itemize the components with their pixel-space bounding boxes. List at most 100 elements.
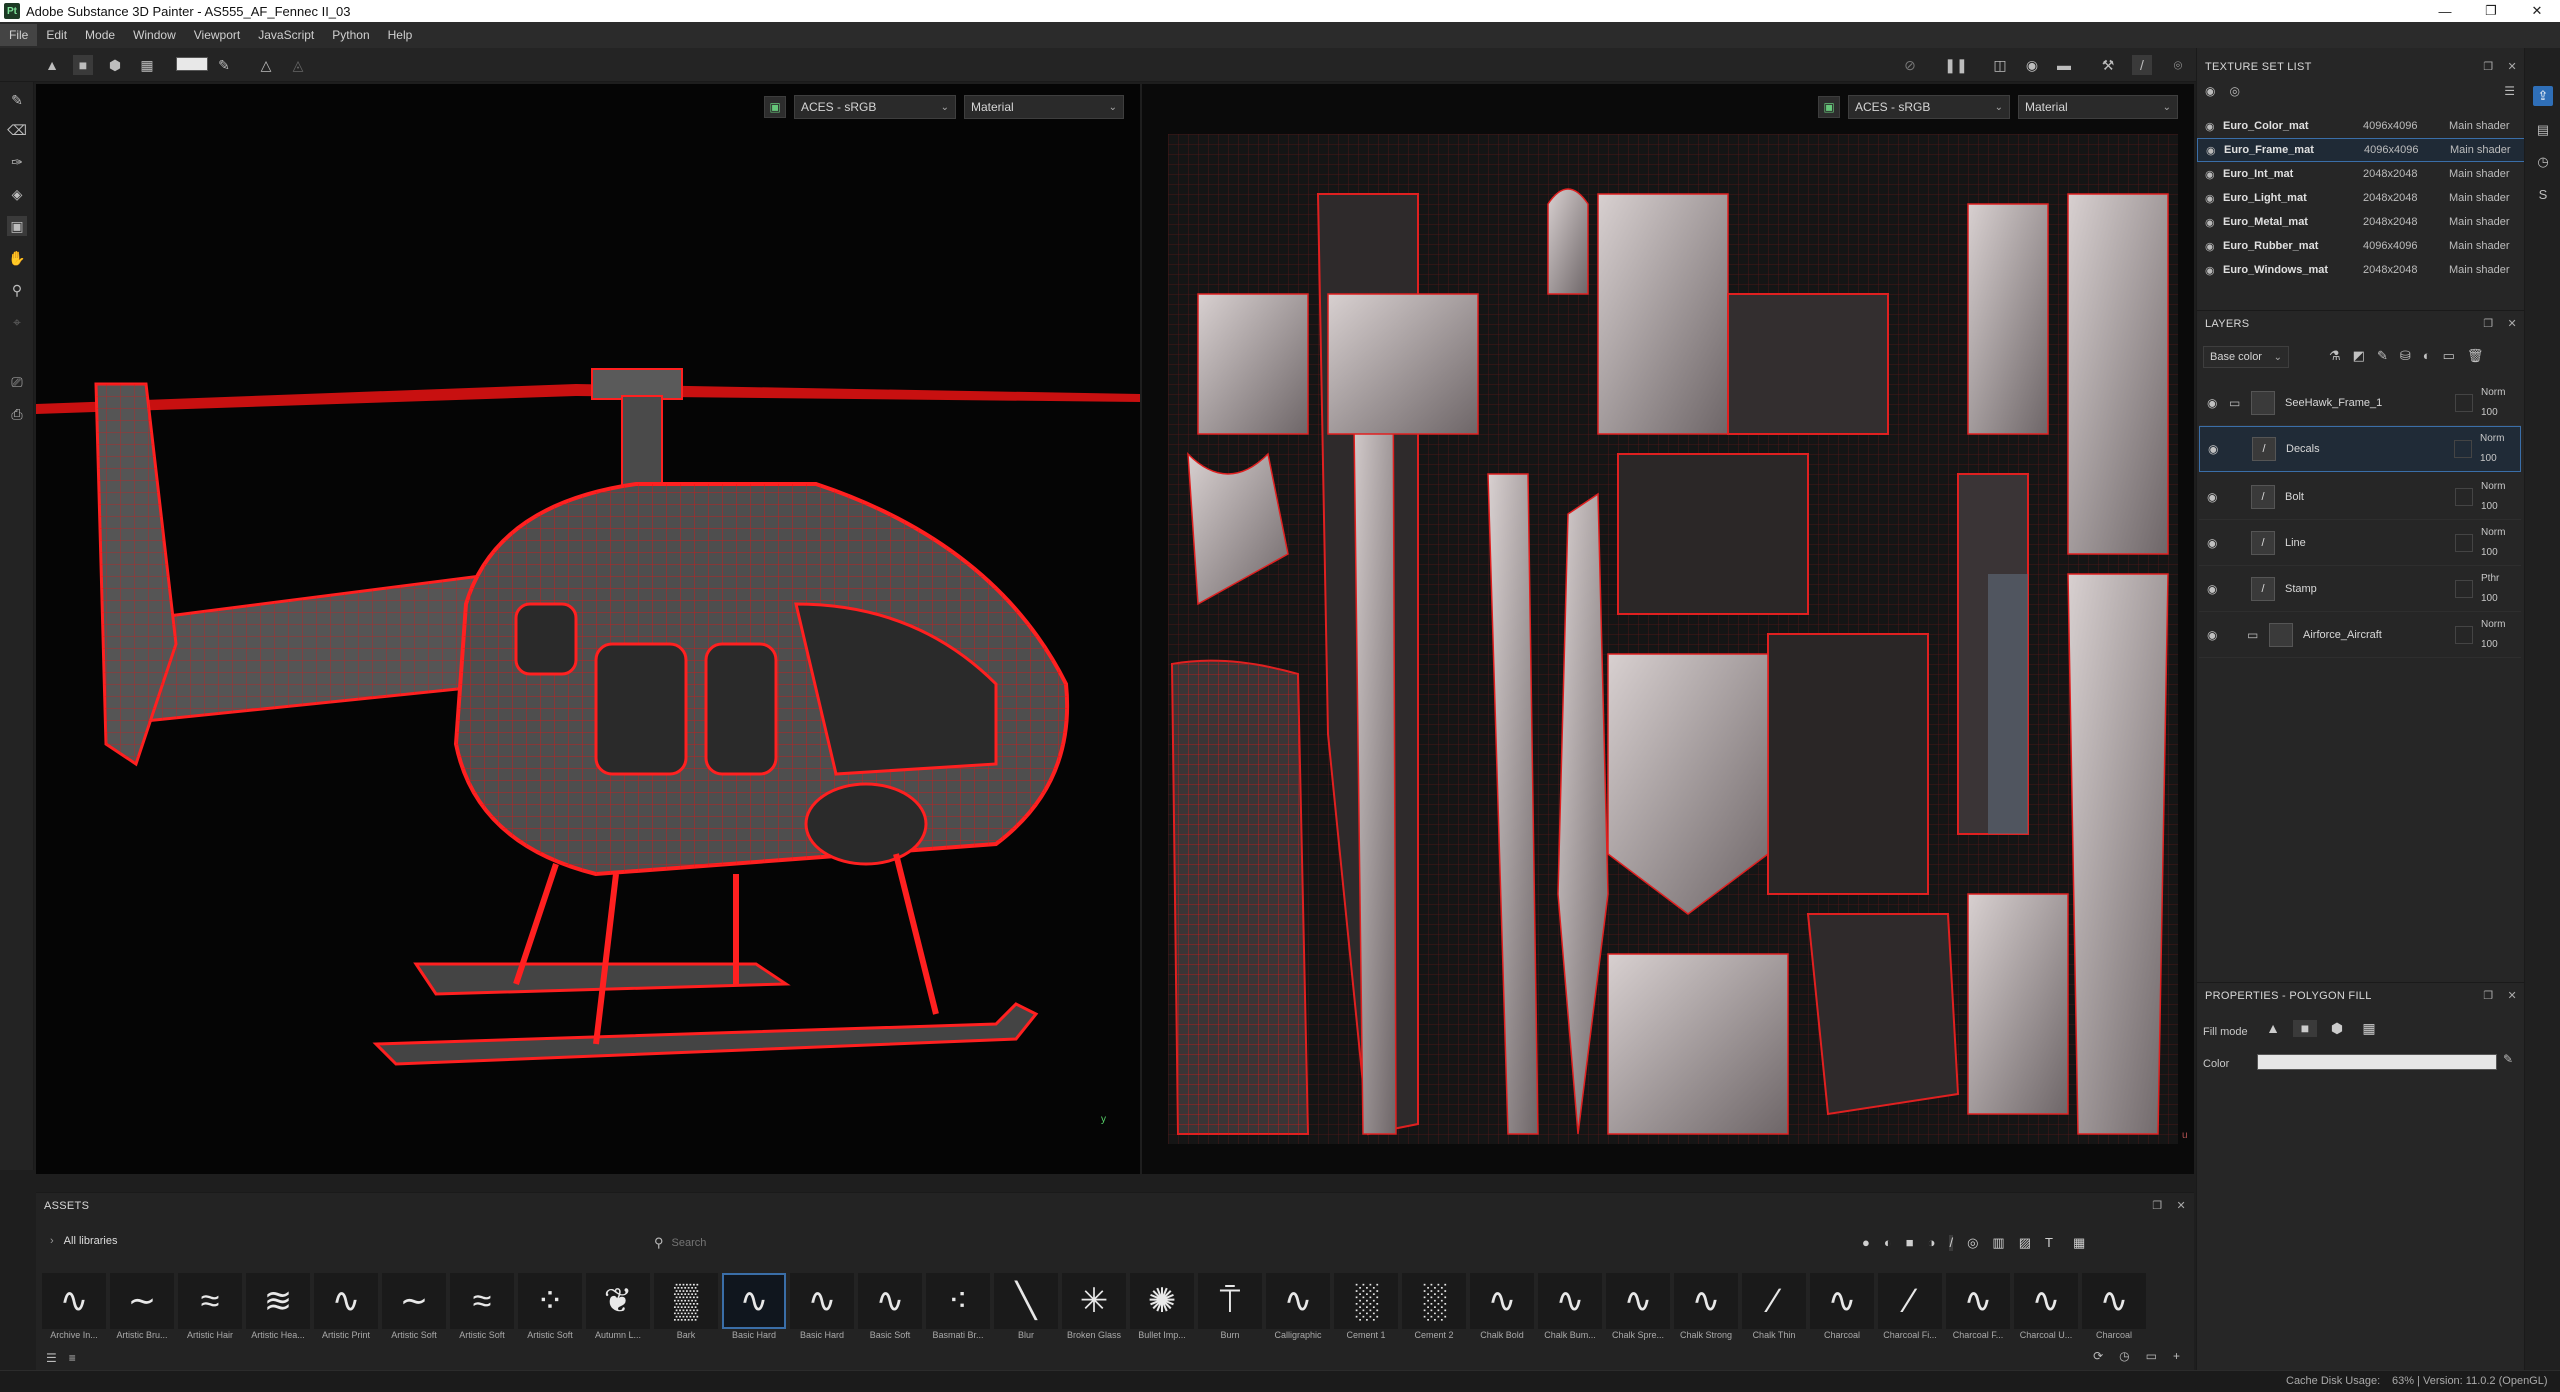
eyedropper-icon[interactable]: ✎ bbox=[2503, 1052, 2513, 1066]
texture-set-shader[interactable]: Main shader bbox=[2449, 192, 2510, 204]
layer-mask-slot[interactable] bbox=[2455, 487, 2473, 506]
eraser-icon[interactable]: ⌫ bbox=[7, 120, 27, 140]
viewport-2d[interactable]: ▣ ACES - sRGB ⌄ Material ⌄ u bbox=[1142, 84, 2194, 1174]
texture-set-shader[interactable]: Main shader bbox=[2449, 168, 2510, 180]
eye-icon[interactable]: ◉ bbox=[2207, 582, 2229, 596]
asset-thumbnail[interactable]: ⁖ Basmati Br... bbox=[926, 1273, 990, 1351]
bake-icon[interactable]: ⎚ bbox=[7, 372, 27, 392]
asset-thumbnail[interactable]: ∿ Chalk Bold bbox=[1470, 1273, 1534, 1351]
asset-thumbnail[interactable]: ∿ Charcoal bbox=[2082, 1273, 2146, 1351]
asset-thumbnail[interactable]: ∿ Calligraphic bbox=[1266, 1273, 1330, 1351]
add-smart-material-icon[interactable]: ◐ bbox=[2423, 348, 2431, 364]
asset-thumbnail[interactable]: ∿ Basic Hard bbox=[790, 1273, 854, 1351]
eye-icon[interactable]: ◉ bbox=[2207, 536, 2229, 550]
material-filter-icon[interactable]: ● bbox=[1862, 1235, 1870, 1251]
channel-select-2d[interactable]: Material ⌄ bbox=[2018, 95, 2178, 119]
projection-icon[interactable]: ✑ bbox=[7, 152, 27, 172]
layer-opacity[interactable]: 100 bbox=[2480, 449, 2520, 469]
mask-filter-icon[interactable]: ■ bbox=[1906, 1235, 1914, 1251]
texture-set-row[interactable]: ◉ Euro_Rubber_mat 4096x4096 Main shader bbox=[2197, 234, 2525, 258]
display-settings-icon[interactable]: ▤ bbox=[2533, 120, 2553, 140]
polygon-fill-icon[interactable]: ▣ bbox=[7, 216, 27, 236]
import-icon[interactable]: ◷ bbox=[2119, 1349, 2129, 1363]
text-filter-icon[interactable]: T bbox=[2045, 1235, 2053, 1251]
menu-help[interactable]: Help bbox=[379, 24, 422, 46]
grid-view-icon[interactable]: ▦ bbox=[2073, 1235, 2085, 1251]
texture-set-row[interactable]: ◉ Euro_Windows_mat 2048x2048 Main shader bbox=[2197, 258, 2525, 282]
geometry-decal-icon[interactable]: ◈ bbox=[7, 184, 27, 204]
split-view-icon[interactable]: ◫ bbox=[1990, 55, 2010, 75]
color-swatch[interactable] bbox=[176, 57, 208, 71]
camera-icon[interactable]: ▬ bbox=[2054, 55, 2074, 75]
search-input[interactable] bbox=[671, 1237, 1272, 1249]
eyedropper-icon[interactable]: ✎ bbox=[214, 55, 234, 75]
asset-thumbnail[interactable]: ∼ Artistic Bru... bbox=[110, 1273, 174, 1351]
sort-icon[interactable]: ≡ bbox=[69, 1351, 76, 1365]
asset-thumbnail[interactable]: ▒ Bark bbox=[654, 1273, 718, 1351]
add-paint-layer-icon[interactable]: ✎ bbox=[2377, 348, 2388, 364]
menu-edit[interactable]: Edit bbox=[37, 24, 76, 46]
quad-fill-icon[interactable]: ■ bbox=[2293, 1020, 2317, 1037]
close-panel-icon[interactable]: ✕ bbox=[2176, 1199, 2186, 1212]
layer-row[interactable]: ◉ ▭ Airforce_Aircraft Norm 100 bbox=[2199, 612, 2521, 658]
folder-icon[interactable]: ▭ bbox=[2229, 396, 2247, 410]
close-panel-icon[interactable]: ✕ bbox=[2507, 60, 2517, 73]
eye-icon[interactable]: ◉ bbox=[2207, 396, 2229, 410]
layer-mask-slot[interactable] bbox=[2455, 625, 2473, 644]
asset-thumbnail[interactable]: ≈ Artistic Soft bbox=[450, 1273, 514, 1351]
display-settings-icon[interactable]: ▣ bbox=[1818, 96, 1840, 118]
asset-thumbnail[interactable]: ≈ Artistic Hair bbox=[178, 1273, 242, 1351]
eye-icon[interactable]: ◉ bbox=[2207, 628, 2229, 642]
texture-set-shader[interactable]: Main shader bbox=[2449, 264, 2510, 276]
layer-blend[interactable]: Norm 100 bbox=[2481, 523, 2521, 563]
asset-thumbnail[interactable]: ∿ Charcoal F... bbox=[1946, 1273, 2010, 1351]
add-fill-layer-icon[interactable]: ⛁ bbox=[2400, 348, 2411, 364]
layer-name[interactable]: Airforce_Aircraft bbox=[2303, 629, 2455, 641]
list-view-icon[interactable]: ☰ bbox=[46, 1351, 57, 1365]
pause-icon[interactable]: ❚❚ bbox=[1944, 55, 1967, 75]
screenshot-icon[interactable]: ⌾ bbox=[2168, 55, 2188, 75]
eye-icon[interactable]: ◉ bbox=[2208, 442, 2230, 456]
eye-icon[interactable]: ◉ bbox=[2205, 192, 2223, 205]
blend-mode[interactable]: Norm bbox=[2481, 523, 2521, 543]
paint-mode-icon[interactable]: ⚒ bbox=[2098, 55, 2118, 75]
delete-layer-icon[interactable]: 🗑 bbox=[2467, 348, 2484, 364]
menu-file[interactable]: File bbox=[0, 24, 38, 46]
asset-search[interactable]: ⚲ bbox=[654, 1231, 1854, 1255]
layer-opacity[interactable]: 100 bbox=[2481, 497, 2521, 517]
texture-set-row[interactable]: ◉ Euro_Frame_mat 4096x4096 Main shader bbox=[2197, 138, 2525, 162]
new-window-icon[interactable]: ▭ bbox=[2146, 1349, 2157, 1363]
eye-icon[interactable]: ◉ bbox=[2205, 120, 2223, 133]
texture-set-row[interactable]: ◉ Euro_Color_mat 4096x4096 Main shader bbox=[2197, 114, 2525, 138]
add-icon[interactable]: + bbox=[2173, 1349, 2180, 1363]
texture-set-row[interactable]: ◉ Euro_Int_mat 2048x2048 Main shader bbox=[2197, 162, 2525, 186]
asset-thumbnail[interactable]: ∿ Chalk Spre... bbox=[1606, 1273, 1670, 1351]
blend-mode[interactable]: Pthr bbox=[2481, 569, 2521, 589]
layer-name[interactable]: Line bbox=[2285, 537, 2455, 549]
asset-thumbnail[interactable]: ∼ Artistic Soft bbox=[382, 1273, 446, 1351]
asset-thumbnail[interactable]: ∿ Archive In... bbox=[42, 1273, 106, 1351]
triangle-fill-icon[interactable]: ▲ bbox=[42, 55, 62, 75]
layer-mask-slot[interactable] bbox=[2455, 393, 2473, 412]
history-icon[interactable]: ◷ bbox=[2533, 152, 2553, 172]
asset-thumbnail[interactable]: ∿ Basic Hard bbox=[722, 1273, 786, 1351]
menu-python[interactable]: Python bbox=[323, 24, 378, 46]
layer-mask-slot[interactable] bbox=[2455, 533, 2473, 552]
menu-icon[interactable]: ☰ bbox=[2504, 84, 2515, 98]
eye-icon[interactable]: ◉ bbox=[2205, 216, 2223, 229]
asset-thumbnail[interactable]: ❦ Autumn L... bbox=[586, 1273, 650, 1351]
layer-name[interactable]: Decals bbox=[2286, 443, 2454, 455]
texture-set-settings-icon[interactable]: ⇪ bbox=[2533, 86, 2553, 106]
eye-icon[interactable]: ◉ bbox=[2205, 264, 2223, 277]
layer-opacity[interactable]: 100 bbox=[2481, 403, 2521, 423]
object-fill-icon[interactable]: ⬢ bbox=[2325, 1020, 2349, 1037]
triangle-fill-icon[interactable]: ▲ bbox=[2261, 1020, 2285, 1037]
particle-filter-icon[interactable]: ◎ bbox=[1967, 1235, 1978, 1251]
smudge-icon[interactable]: ✋ bbox=[7, 248, 27, 268]
float-panel-icon[interactable]: ❐ bbox=[2483, 60, 2493, 73]
menu-viewport[interactable]: Viewport bbox=[185, 24, 249, 46]
asset-thumbnail[interactable]: ∿ Chalk Strong bbox=[1674, 1273, 1738, 1351]
asset-thumbnail[interactable]: ⍑ Burn bbox=[1198, 1273, 1262, 1351]
environment-filter-icon[interactable]: ◑ bbox=[1928, 1235, 1936, 1251]
layer-blend[interactable]: Norm 100 bbox=[2481, 383, 2521, 423]
